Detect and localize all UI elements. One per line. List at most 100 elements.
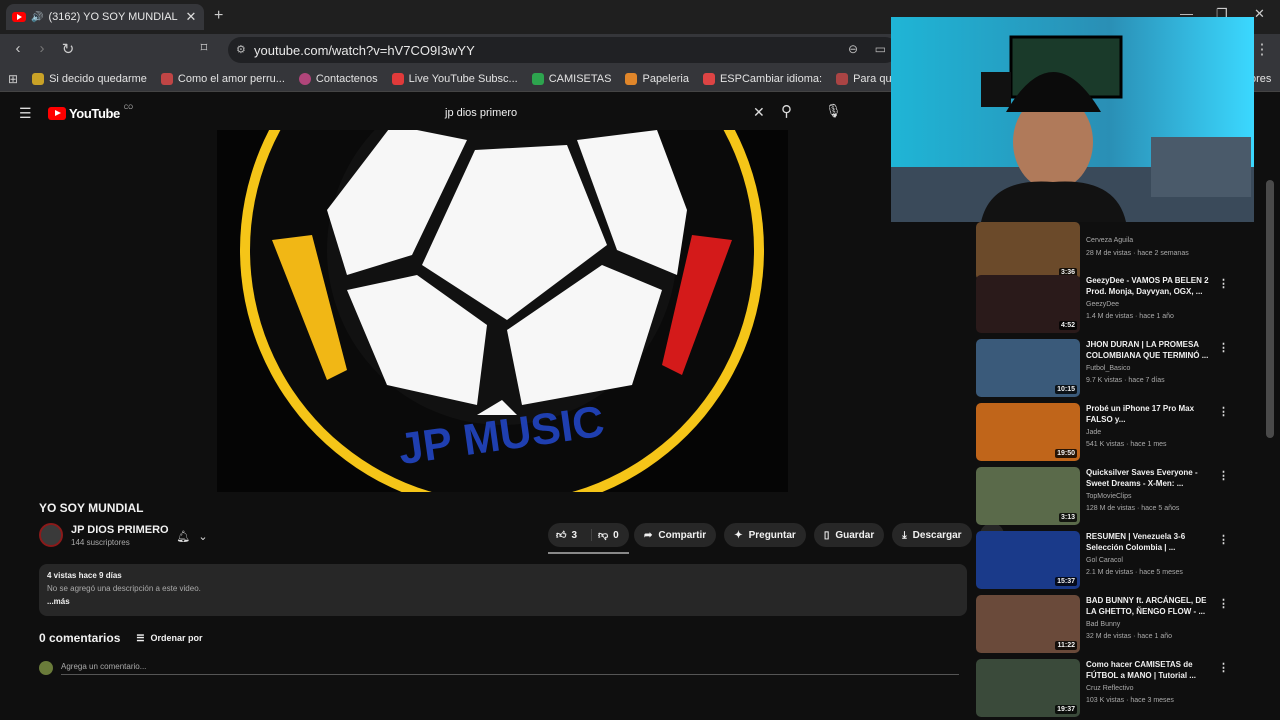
video-channel[interactable]: Gol Caracol — [1086, 557, 1123, 564]
related-video-card[interactable]: 3:13 Quicksilver Saves Everyone - Sweet … — [976, 467, 1229, 527]
video-thumbnail[interactable]: 3:36 — [976, 222, 1080, 280]
cast-icon[interactable]: ▭ — [875, 42, 886, 56]
video-title[interactable]: Probé un iPhone 17 Pro Max FALSO y... — [1086, 403, 1212, 425]
related-video-card[interactable]: 3:36 Cerveza Aguila 28 M de vistas · hac… — [976, 222, 1226, 282]
video-channel[interactable]: Cerveza Aguila — [1086, 237, 1133, 244]
bookmark-favicon-icon — [391, 72, 404, 85]
thumbs-up-icon: 👍︎ — [556, 530, 567, 541]
back-icon[interactable]: ‹ — [8, 40, 28, 57]
share-button[interactable]: ➦ Compartir — [634, 523, 717, 547]
clear-search-icon[interactable]: ✕ — [753, 104, 765, 121]
more-options-icon[interactable]: ⋮ — [1218, 661, 1229, 674]
new-tab-icon[interactable]: + — [214, 7, 223, 25]
tab-youtube[interactable]: 🔊 (3162) YO SOY MUNDIAL - Yo ✕ — [6, 4, 204, 30]
search-icon[interactable]: ⚲ — [781, 102, 792, 120]
bookmark-icon[interactable]: ⌑ — [194, 40, 214, 56]
video-title[interactable]: RESUMEN | Venezuela 3-6 Selección Colomb… — [1086, 531, 1212, 553]
bookmark-item[interactable]: CAMISETAS — [531, 72, 611, 85]
video-thumbnail[interactable]: 11:22 — [976, 595, 1080, 653]
bookmark-item[interactable]: Live YouTube Subsc... — [391, 72, 518, 85]
duration-badge: 19:37 — [1055, 705, 1077, 714]
video-title[interactable]: BAD BUNNY ft. ARCÁNGEL, DE LA GHETTO, ÑE… — [1086, 595, 1212, 617]
related-video-card[interactable]: 11:22 BAD BUNNY ft. ARCÁNGEL, DE LA GHET… — [976, 595, 1229, 655]
related-video-card[interactable]: 19:50 Probé un iPhone 17 Pro Max FALSO y… — [976, 403, 1229, 463]
video-thumbnail[interactable]: 3:13 — [976, 467, 1080, 525]
video-thumbnail[interactable]: 19:50 — [976, 403, 1080, 461]
url-field[interactable]: ⚙ youtube.com/watch?v=hV7CO9I3wYY ⊖ ▭ — [228, 37, 898, 63]
related-video-card[interactable]: 10:15 JHON DURAN | LA PROMESA COLOMBIANA… — [976, 339, 1229, 399]
more-options-icon[interactable]: ⋮ — [1218, 469, 1229, 482]
microphone-icon[interactable]: 🎙 — [825, 103, 842, 119]
video-title[interactable]: JHON DURAN | LA PROMESA COLOMBIANA QUE T… — [1086, 339, 1212, 361]
more-options-icon[interactable]: ⋮ — [1218, 405, 1229, 418]
more-options-icon[interactable]: ⋮ — [1218, 277, 1229, 290]
more-options-icon[interactable]: ⋮ — [1218, 597, 1229, 610]
bookmark-item[interactable]: ESPCambiar idioma: — [702, 72, 822, 85]
forward-icon[interactable]: › — [32, 40, 52, 57]
download-button[interactable]: ⤓ Descargar — [892, 523, 972, 547]
related-video-card[interactable]: 19:37 Como hacer CAMISETAS de FÚTBOL a M… — [976, 659, 1229, 719]
channel-name[interactable]: JP DIOS PRIMERO — [71, 524, 169, 536]
webcam-feed — [891, 17, 1254, 222]
bookmark-item[interactable]: Como el amor perru... — [160, 72, 285, 85]
dislike-button[interactable]: 👎︎ 0 — [592, 529, 619, 542]
like-button[interactable]: 👍︎ 3 — [548, 529, 592, 541]
duration-badge: 19:50 — [1055, 449, 1077, 458]
youtube-logo[interactable]: YouTube CO — [48, 105, 133, 121]
bookmark-item[interactable]: Si decido quedarme — [32, 72, 147, 85]
video-channel[interactable]: Futbol_Basico — [1086, 365, 1130, 372]
video-channel[interactable]: GeezyDee — [1086, 301, 1119, 308]
comment-input[interactable]: Agrega un comentario... — [61, 662, 959, 675]
site-info-icon[interactable]: ⚙ — [236, 43, 246, 56]
bookmark-item[interactable]: Contactenos — [298, 72, 378, 85]
search-input[interactable]: jp dios primero — [433, 101, 773, 125]
video-meta: 541 K vistas · hace 1 mes — [1086, 441, 1167, 448]
sort-comments-button[interactable]: ☰ Ordenar por — [136, 633, 202, 644]
duration-badge: 3:13 — [1058, 513, 1077, 522]
duration-badge: 10:15 — [1055, 385, 1077, 394]
browser-menu-icon[interactable]: ⋮ — [1252, 40, 1272, 58]
more-options-icon[interactable]: ⋮ — [1218, 341, 1229, 354]
related-video-card[interactable]: 4:52 GeezyDee - VAMOS PA BELEN 2 Prod. M… — [976, 275, 1229, 335]
bookmark-item[interactable]: Papeleria — [625, 72, 689, 85]
subscription-bell-button[interactable]: 🔔︎ ⌄ — [168, 525, 216, 547]
video-thumbnail[interactable]: 10:15 — [976, 339, 1080, 397]
channel-info[interactable]: JP DIOS PRIMERO 144 suscriptores — [39, 523, 169, 547]
description-box[interactable]: 4 vistas hace 9 días No se agregó una de… — [39, 564, 967, 616]
video-title[interactable]: Quicksilver Saves Everyone - Sweet Dream… — [1086, 467, 1212, 489]
video-title[interactable]: GeezyDee - VAMOS PA BELEN 2 Prod. Monja,… — [1086, 275, 1212, 297]
user-avatar — [39, 661, 53, 675]
video-channel[interactable]: Jade — [1086, 429, 1101, 436]
bookmark-favicon-icon — [298, 72, 311, 85]
video-channel[interactable]: TopMovieClips — [1086, 493, 1132, 500]
video-meta: 2.1 M de vistas · hace 5 meses — [1086, 569, 1183, 576]
ask-button[interactable]: ✦ Preguntar — [724, 523, 806, 547]
save-button[interactable]: ▯ Guardar — [813, 523, 885, 547]
hamburger-menu-icon[interactable]: ☰ — [19, 105, 32, 122]
youtube-favicon-icon — [12, 12, 26, 22]
close-window-icon[interactable]: ✕ — [1254, 6, 1265, 22]
video-thumbnail[interactable]: 19:37 — [976, 659, 1080, 717]
bookmark-favicon-icon — [32, 72, 45, 85]
video-thumbnail[interactable]: 15:37 — [976, 531, 1080, 589]
reload-icon[interactable]: ↻ — [58, 40, 78, 58]
speaker-icon[interactable]: 🔊 — [31, 12, 43, 23]
channel-avatar[interactable] — [39, 523, 63, 547]
sort-icon: ☰ — [136, 632, 145, 643]
video-player[interactable]: JP MUSIC — [217, 130, 788, 492]
duration-badge: 15:37 — [1055, 577, 1077, 586]
tab-title: (3162) YO SOY MUNDIAL - Yo — [48, 11, 179, 23]
video-meta: 1.4 M de vistas · hace 1 año — [1086, 313, 1174, 320]
related-video-card[interactable]: 15:37 RESUMEN | Venezuela 3-6 Selección … — [976, 531, 1229, 591]
apps-grid-icon[interactable]: ⊞ — [8, 72, 18, 86]
zoom-icon[interactable]: ⊖ — [848, 42, 858, 56]
video-title[interactable]: Como hacer CAMISETAS de FÚTBOL a MANO | … — [1086, 659, 1212, 681]
video-channel[interactable]: Cruz Reflectivo — [1086, 685, 1133, 692]
duration-badge: 11:22 — [1055, 641, 1077, 650]
page-scrollbar[interactable] — [1266, 180, 1274, 438]
close-tab-icon[interactable]: ✕ — [184, 9, 198, 25]
show-more-link[interactable]: ...más — [47, 597, 959, 606]
video-thumbnail[interactable]: 4:52 — [976, 275, 1080, 333]
more-options-icon[interactable]: ⋮ — [1218, 533, 1229, 546]
video-channel[interactable]: Bad Bunny — [1086, 621, 1120, 628]
